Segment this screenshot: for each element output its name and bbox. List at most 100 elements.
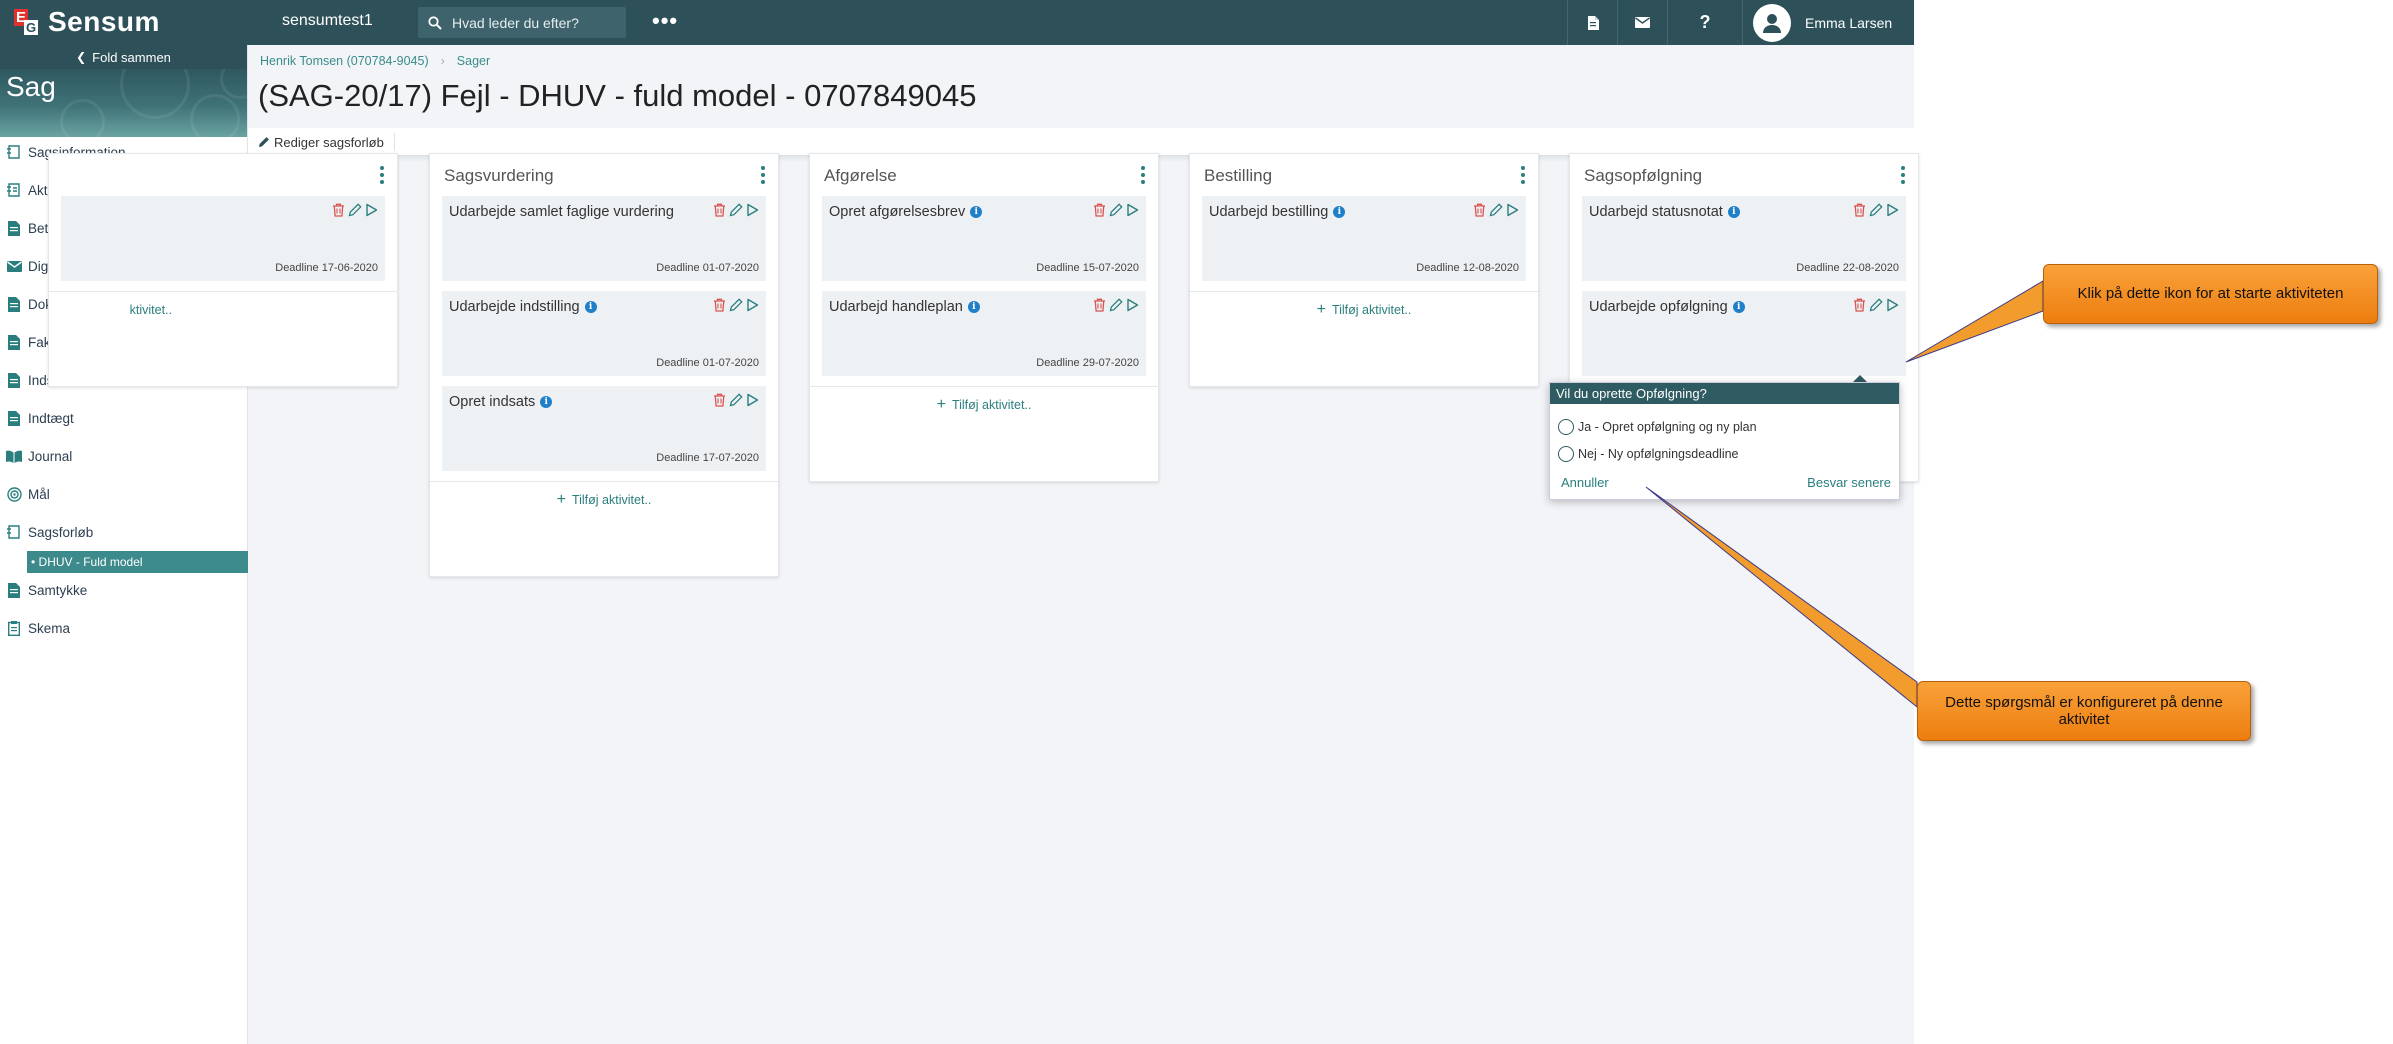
- add-activity-label: Tilføj aktivitet..: [571, 492, 652, 507]
- option-label: Ja - Opret opfølgning og ny plan: [1578, 420, 1757, 434]
- sidebar-item-label: Skema: [28, 620, 71, 636]
- option-yes-radio[interactable]: Ja - Opret opfølgning og ny plan: [1558, 419, 1757, 435]
- trash-icon[interactable]: [1093, 203, 1106, 217]
- page-title: (SAG-20/17) Fejl - DHUV - fuld model - 0…: [258, 78, 977, 113]
- edit-case-flow-button[interactable]: Rediger sagsforløb: [258, 133, 395, 151]
- play-icon[interactable]: [746, 298, 759, 312]
- column-menu-icon[interactable]: [1900, 166, 1906, 184]
- add-activity-button[interactable]: ktivitet..: [49, 291, 397, 327]
- user-menu[interactable]: Emma Larsen: [1742, 0, 1914, 45]
- pencil-icon[interactable]: [348, 203, 362, 217]
- column-menu-icon[interactable]: [379, 166, 385, 184]
- add-activity-button[interactable]: + Tilføj aktivitet..: [1190, 291, 1538, 327]
- card-title-row: Udarbejd statusnotat i: [1589, 204, 1740, 220]
- deadline: Deadline 01-07-2020: [656, 357, 759, 369]
- option-no-radio[interactable]: Nej - Ny opfølgningsdeadline: [1558, 446, 1739, 462]
- pencil-icon[interactable]: [1109, 203, 1123, 217]
- sidebar-subitem-dhuv-fuld-model[interactable]: • DHUV - Fuld model: [27, 551, 248, 573]
- info-icon[interactable]: i: [540, 396, 553, 408]
- trash-icon[interactable]: [1853, 203, 1866, 217]
- info-icon[interactable]: i: [970, 206, 983, 218]
- column-menu-icon[interactable]: [760, 166, 766, 184]
- activity-card: Deadline 17-06-2020: [61, 196, 385, 281]
- pencil-icon[interactable]: [729, 203, 743, 217]
- logo-letter-g: G: [24, 20, 38, 35]
- pencil-icon[interactable]: [1489, 203, 1503, 217]
- trash-icon[interactable]: [713, 203, 726, 217]
- pencil-icon: [259, 137, 269, 147]
- breadcrumb-person-link[interactable]: Henrik Tomsen (070784-9045): [260, 54, 429, 68]
- pencil-icon[interactable]: [1869, 298, 1883, 312]
- phase-column-afgoerelse: Afgørelse Opret afgørelsesbrev i Deadline…: [809, 153, 1159, 482]
- deadline: Deadline 01-07-2020: [656, 262, 759, 274]
- activity-title: Udarbejd handleplan: [829, 299, 963, 315]
- deadline: Deadline 15-07-2020: [1036, 262, 1139, 274]
- callout-text: Dette spørgsmål er konfigureret på denne…: [1945, 693, 2223, 728]
- phase-column-sagsvurdering: Sagsvurdering Udarbejde samlet faglige v…: [429, 153, 779, 577]
- mail-button[interactable]: [1617, 0, 1667, 45]
- radio-button[interactable]: [1558, 446, 1574, 462]
- trash-icon[interactable]: [713, 393, 726, 407]
- start-activity-play-icon[interactable]: [1886, 298, 1899, 312]
- option-label: Nej - Ny opfølgningsdeadline: [1578, 447, 1739, 461]
- search-input[interactable]: [452, 14, 612, 31]
- play-icon[interactable]: [746, 393, 759, 407]
- trash-icon[interactable]: [332, 203, 345, 217]
- fold-sidebar-button[interactable]: ❮ Fold sammen: [0, 45, 247, 69]
- toolbar: Rediger sagsforløb: [248, 128, 1914, 156]
- play-icon[interactable]: [1886, 203, 1899, 217]
- documents-icon: [6, 296, 22, 312]
- trash-icon[interactable]: [1853, 298, 1866, 312]
- sensum-logo[interactable]: E G Sensum: [14, 6, 160, 37]
- info-icon[interactable]: i: [584, 301, 597, 313]
- answer-later-link[interactable]: Besvar senere: [1807, 475, 1891, 490]
- activity-card: Udarbejd statusnotat i Deadline 22-08-202…: [1582, 196, 1906, 281]
- pencil-icon[interactable]: [1869, 203, 1883, 217]
- play-icon[interactable]: [365, 203, 378, 217]
- play-icon[interactable]: [1126, 298, 1139, 312]
- add-activity-button[interactable]: + Tilføj aktivitet..: [810, 386, 1158, 422]
- activity-card: Udarbejde samlet faglige vurdering Deadl…: [442, 196, 766, 281]
- column-menu-icon[interactable]: [1140, 166, 1146, 184]
- trash-icon[interactable]: [1473, 203, 1486, 217]
- sidebar-item-journal[interactable]: Journal: [0, 437, 247, 475]
- play-icon[interactable]: [1506, 203, 1519, 217]
- sidebar-item-label: Journal: [28, 448, 73, 464]
- play-icon[interactable]: [1126, 203, 1139, 217]
- more-menu-button[interactable]: •••: [652, 8, 678, 34]
- activity-card: Udarbejde opfølgning i: [1582, 291, 1906, 376]
- document-button[interactable]: [1567, 0, 1617, 45]
- play-icon[interactable]: [746, 203, 759, 217]
- sidebar-item-maal[interactable]: Mål: [0, 475, 247, 513]
- sidebar-item-label: Indtægt: [28, 410, 74, 426]
- sidebar-item-sagsforloeb[interactable]: Sagsforløb: [0, 513, 247, 551]
- deadline: Deadline 29-07-2020: [1036, 357, 1139, 369]
- pencil-icon[interactable]: [1109, 298, 1123, 312]
- trash-icon[interactable]: [1093, 298, 1106, 312]
- add-activity-button[interactable]: + Tilføj aktivitet..: [430, 481, 778, 517]
- add-activity-label: Tilføj aktivitet..: [951, 397, 1032, 412]
- column-menu-icon[interactable]: [1520, 166, 1526, 184]
- add-activity-label: ktivitet..: [129, 302, 172, 317]
- breadcrumb-cases-link[interactable]: Sager: [457, 54, 490, 68]
- activity-card: Opret indsats i Deadline 17-07-2020: [442, 386, 766, 471]
- info-icon[interactable]: i: [967, 301, 980, 313]
- sidebar-item-skema[interactable]: Skema: [0, 609, 247, 647]
- info-icon[interactable]: i: [1333, 206, 1346, 218]
- info-icon[interactable]: i: [1732, 301, 1745, 313]
- card-actions: [1853, 203, 1899, 217]
- card-title-row: Udarbejde indstilling i: [449, 299, 597, 315]
- help-button[interactable]: ?: [1667, 0, 1742, 45]
- activity-card: Udarbejd handleplan i Deadline 29-07-2020: [822, 291, 1146, 376]
- trash-icon[interactable]: [713, 298, 726, 312]
- column-title: Afgørelse: [824, 166, 897, 185]
- cancel-link[interactable]: Annuller: [1561, 475, 1609, 490]
- user-avatar-icon: [1753, 3, 1791, 42]
- sidebar-item-indtaegt[interactable]: Indtægt: [0, 399, 247, 437]
- sidebar-item-samtykke[interactable]: Samtykke: [0, 571, 247, 609]
- info-icon[interactable]: i: [1727, 206, 1740, 218]
- pencil-icon[interactable]: [729, 393, 743, 407]
- radio-button[interactable]: [1558, 419, 1574, 435]
- column-title: Bestilling: [1204, 166, 1273, 185]
- pencil-icon[interactable]: [729, 298, 743, 312]
